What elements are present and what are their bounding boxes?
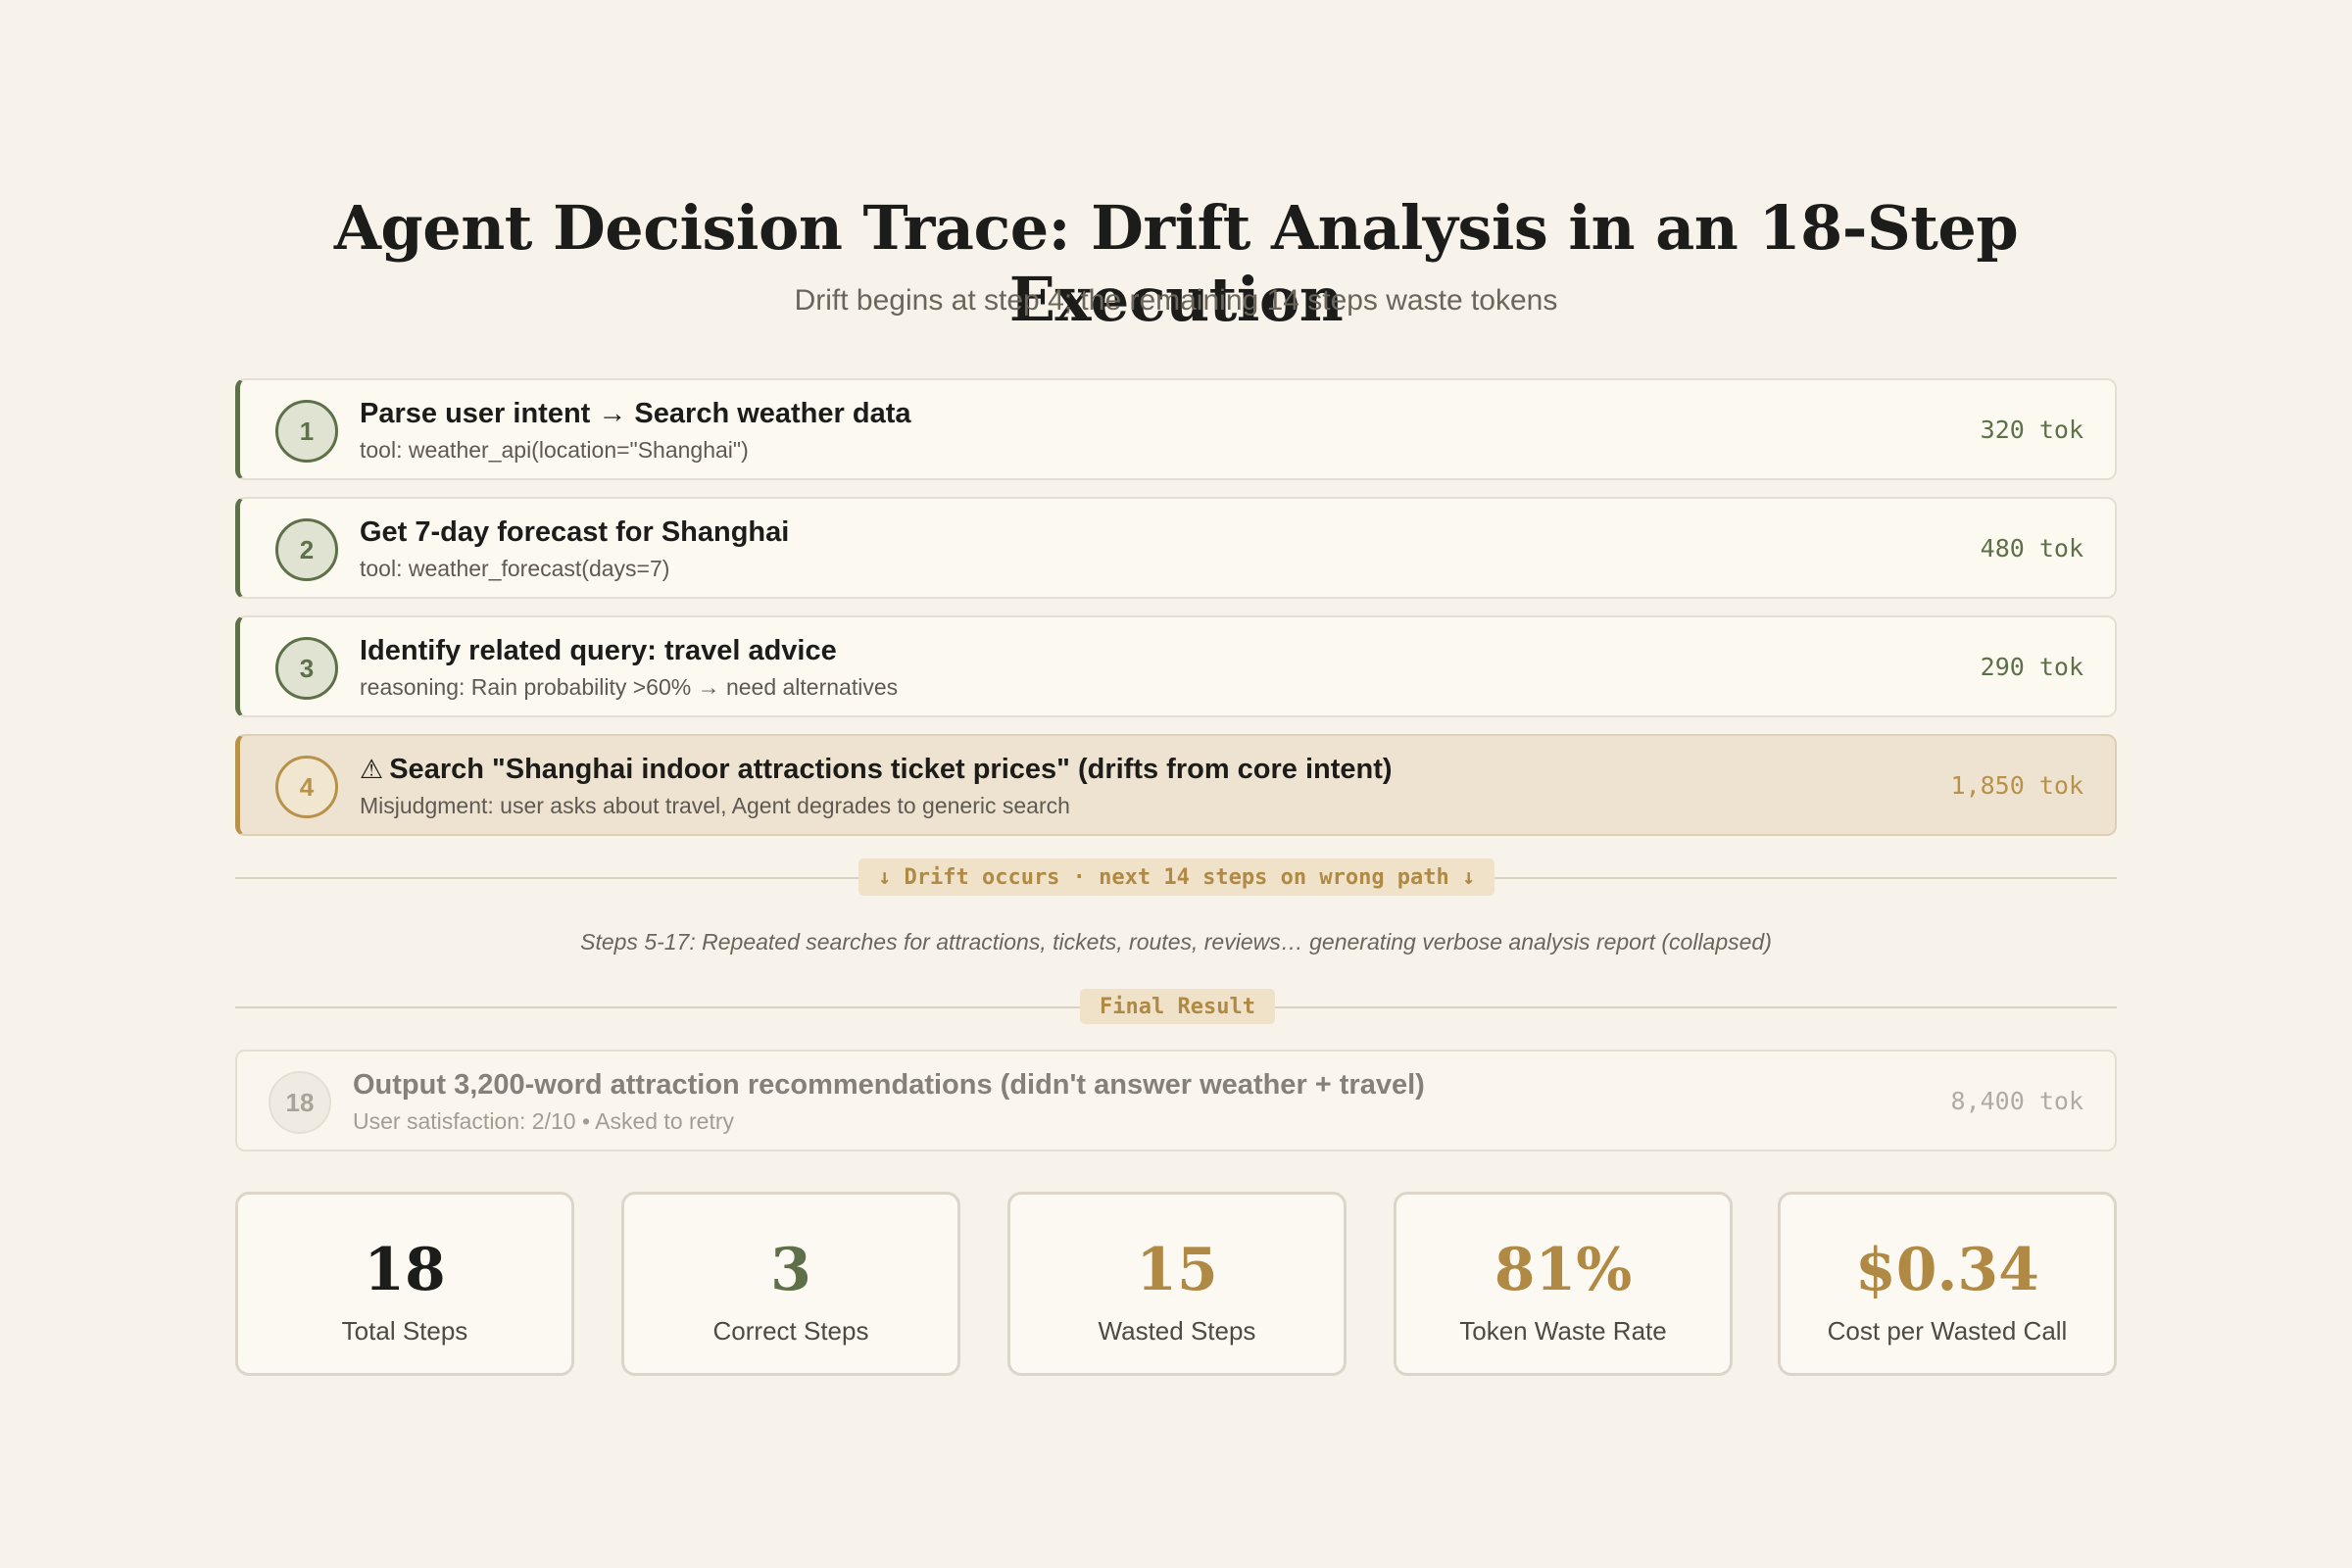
step-card-1: 1 Parse user intent → Search weather dat… <box>235 378 2117 480</box>
stat-card-correct-steps: 3 Correct Steps <box>621 1192 960 1376</box>
step-heading: ⚠ Search "Shanghai indoor attractions tic… <box>360 754 1393 786</box>
stat-label: Correct Steps <box>712 1316 869 1346</box>
stat-value: 15 <box>1136 1236 1218 1304</box>
step-heading: Parse user intent → Search weather data <box>360 398 911 429</box>
step-number: 18 <box>269 1071 331 1134</box>
step-card-3: 3 Identify related query: travel advice … <box>235 615 2117 717</box>
step-heading: Identify related query: travel advice <box>360 635 837 666</box>
stat-value: 18 <box>364 1236 446 1304</box>
step-card-4-drift: 4 ⚠ Search "Shanghai indoor attractions t… <box>235 734 2117 836</box>
page-subtitle: Drift begins at step 4; the remaining 14… <box>794 284 1558 317</box>
warning-icon: ⚠ <box>360 755 384 784</box>
stat-value: 81% <box>1494 1236 1633 1304</box>
step-heading: Get 7-day forecast for Shanghai <box>360 516 790 548</box>
stat-card-cost-per-wasted-call: $0.34 Cost per Wasted Call <box>1778 1192 2117 1376</box>
step-card-18-final: 18 Output 3,200-word attraction recommen… <box>235 1050 2117 1152</box>
collapsed-steps-note[interactable]: Steps 5-17: Repeated searches for attrac… <box>235 929 2117 956</box>
step-detail: User satisfaction: 2/10 • Asked to retry <box>353 1108 735 1134</box>
stat-label: Cost per Wasted Call <box>1827 1316 2068 1346</box>
stat-card-wasted-steps: 15 Wasted Steps <box>1007 1192 1347 1376</box>
stat-label: Wasted Steps <box>1098 1316 1256 1346</box>
step-detail: tool: weather_forecast(days=7) <box>360 556 670 581</box>
step-card-2: 2 Get 7-day forecast for Shanghai tool: … <box>235 497 2117 599</box>
step-token-count: 480 tok <box>1980 534 2083 563</box>
stat-card-token-waste-rate: 81% Token Waste Rate <box>1394 1192 1733 1376</box>
step-detail: Misjudgment: user asks about travel, Age… <box>360 793 1070 818</box>
step-detail: tool: weather_api(location="Shanghai") <box>360 437 749 463</box>
stat-value: $0.34 <box>1855 1236 2039 1304</box>
step-token-count: 8,400 tok <box>1950 1087 2083 1115</box>
step-number: 2 <box>275 518 338 581</box>
final-result-label: Final Result <box>1080 989 1275 1024</box>
step-heading: Output 3,200-word attraction recommendat… <box>353 1069 1425 1101</box>
step-detail: reasoning: Rain probability >60% → need … <box>360 674 899 700</box>
step-number: 1 <box>275 400 338 463</box>
step-heading-text: Search "Shanghai indoor attractions tick… <box>389 754 1393 785</box>
stat-label: Token Waste Rate <box>1459 1316 1667 1346</box>
step-token-count: 320 tok <box>1980 416 2083 444</box>
step-number: 4 <box>275 756 338 818</box>
step-token-count: 1,850 tok <box>1950 771 2083 800</box>
stat-value: 3 <box>770 1236 811 1304</box>
drift-marker: ↓ Drift occurs · next 14 steps on wrong … <box>858 858 1495 896</box>
stat-card-total-steps: 18 Total Steps <box>235 1192 574 1376</box>
stat-label: Total Steps <box>341 1316 468 1346</box>
step-token-count: 290 tok <box>1980 653 2083 681</box>
step-number: 3 <box>275 637 338 700</box>
